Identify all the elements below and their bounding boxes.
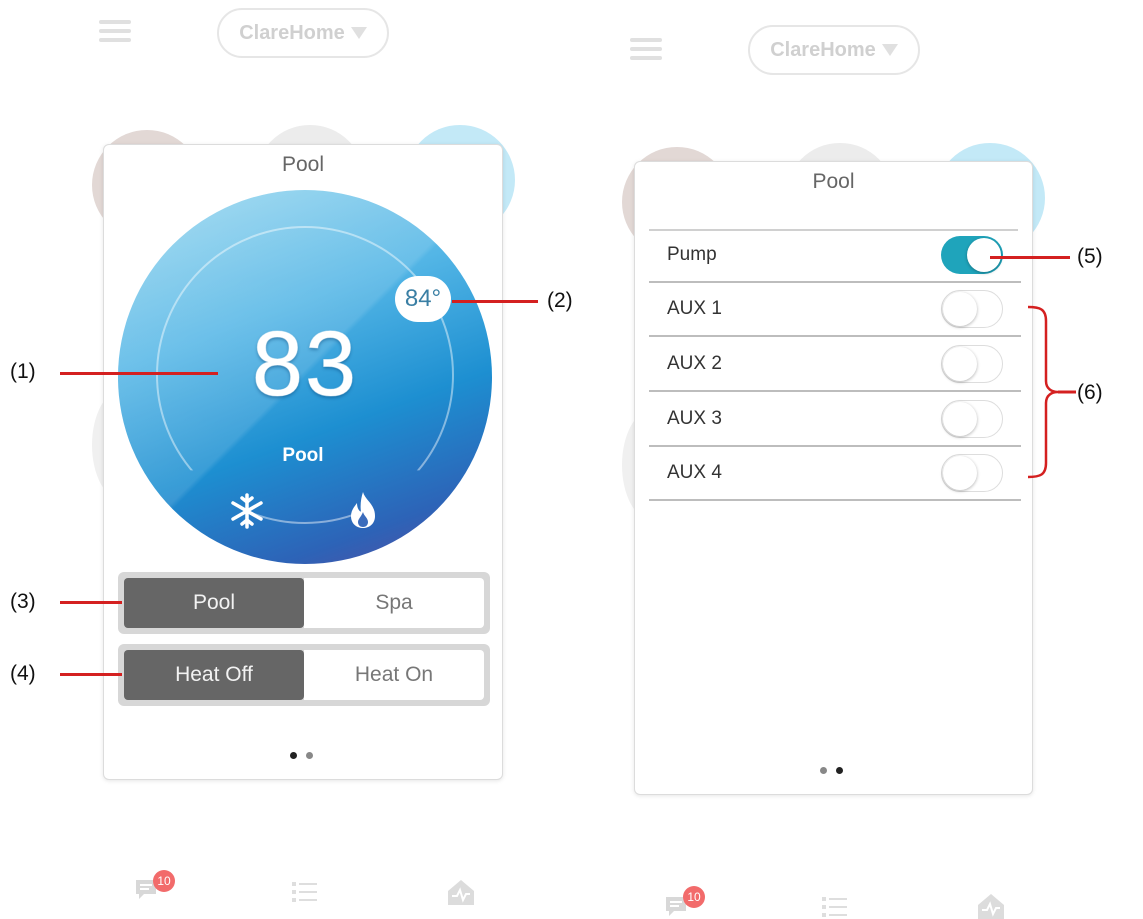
- home-selector-label: ClareHome: [239, 21, 345, 44]
- right-home-selector[interactable]: ClareHome: [748, 25, 920, 75]
- dropdown-triangle-icon: [881, 44, 898, 56]
- heat-selector: Heat Off Heat On: [118, 644, 490, 706]
- toggle-row-aux2: AUX 2: [649, 338, 1021, 392]
- toggle-row-aux4: AUX 4: [649, 447, 1021, 501]
- toggle-knob: [943, 347, 977, 381]
- current-temperature: 83: [251, 313, 359, 415]
- mode-option-spa[interactable]: Spa: [304, 578, 484, 628]
- callout-1: (1): [10, 360, 36, 383]
- callout-4: (4): [10, 662, 36, 685]
- toggle-row-pump: Pump: [649, 229, 1021, 283]
- card-title: Pool: [812, 170, 855, 193]
- heat-option-on[interactable]: Heat On: [304, 650, 484, 700]
- list-icon[interactable]: [292, 881, 318, 903]
- toggle-label: Pump: [667, 244, 717, 265]
- right-page-indicator[interactable]: [820, 767, 843, 774]
- card-title: Pool: [281, 153, 325, 176]
- notification-badge: 10: [153, 870, 175, 892]
- callout-line-2: [452, 300, 538, 303]
- callout-3: (3): [10, 590, 36, 613]
- toggle-label: AUX 3: [667, 408, 722, 429]
- snowflake-icon[interactable]: [228, 492, 266, 530]
- toggle-row-aux1: AUX 1: [649, 283, 1021, 337]
- aux4-toggle[interactable]: [941, 454, 1003, 492]
- left-page-indicator[interactable]: [290, 752, 313, 759]
- callout-5: (5): [1077, 245, 1103, 268]
- pump-toggle[interactable]: [941, 236, 1003, 274]
- left-menu-button[interactable]: [99, 20, 131, 42]
- callout-line-1: [60, 372, 218, 375]
- toggle-knob: [943, 292, 977, 326]
- aux3-toggle[interactable]: [941, 400, 1003, 438]
- list-icon[interactable]: [822, 896, 848, 918]
- page-dot-1: [820, 767, 827, 774]
- home-activity-icon[interactable]: [446, 878, 476, 906]
- pool-spa-selector: Pool Spa: [118, 572, 490, 634]
- callout-bracket-6: [1027, 305, 1076, 479]
- dropdown-triangle-icon: [350, 27, 367, 39]
- home-selector-label: ClareHome: [770, 38, 876, 61]
- callout-line-3: [60, 601, 122, 604]
- toggle-knob: [967, 238, 1001, 272]
- callout-6: (6): [1077, 381, 1103, 404]
- dial-mode-label: Pool: [282, 445, 324, 466]
- aux1-toggle[interactable]: [941, 290, 1003, 328]
- aux2-toggle[interactable]: [941, 345, 1003, 383]
- flame-icon[interactable]: [345, 490, 381, 530]
- page-dot-1: [290, 752, 297, 759]
- setpoint-badge[interactable]: 84°: [395, 276, 451, 322]
- callout-line-4: [60, 673, 122, 676]
- home-activity-icon[interactable]: [976, 892, 1006, 919]
- toggle-label: AUX 4: [667, 462, 722, 483]
- heat-option-off[interactable]: Heat Off: [124, 650, 304, 700]
- page-dot-2: [306, 752, 313, 759]
- toggle-row-aux3: AUX 3: [649, 393, 1021, 447]
- left-home-selector[interactable]: ClareHome: [217, 8, 389, 58]
- toggle-knob: [943, 402, 977, 436]
- notification-badge: 10: [683, 886, 705, 908]
- callout-line-5: [990, 256, 1070, 259]
- right-menu-button[interactable]: [630, 38, 662, 60]
- mode-option-pool[interactable]: Pool: [124, 578, 304, 628]
- toggle-label: AUX 1: [667, 298, 722, 319]
- toggle-knob: [943, 456, 977, 490]
- callout-2: (2): [547, 289, 573, 312]
- page-dot-2: [836, 767, 843, 774]
- toggle-label: AUX 2: [667, 353, 722, 374]
